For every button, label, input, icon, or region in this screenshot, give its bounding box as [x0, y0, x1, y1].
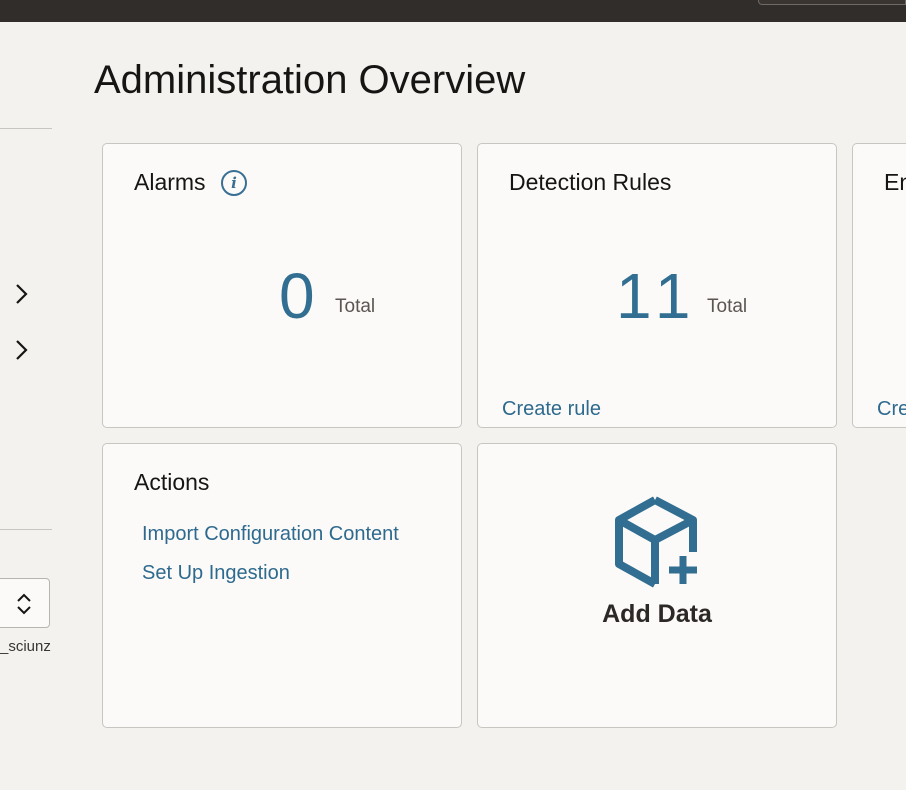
up-down-chevron-icon — [17, 593, 31, 615]
detection-rules-card: Detection Rules 11 Total Create rule — [477, 143, 837, 428]
create-rule-link[interactable]: Create rule — [502, 398, 601, 421]
alarms-card: Alarms i 0 Total — [102, 143, 462, 428]
actions-card-title: Actions — [134, 469, 210, 495]
alarms-total-unit: Total — [335, 296, 376, 317]
partial-card: En Cre — [852, 143, 906, 428]
chevron-right-icon[interactable] — [13, 338, 31, 362]
alarms-total-value: 0 — [279, 260, 315, 332]
top-bar — [0, 0, 906, 22]
compartment-select[interactable] — [0, 578, 50, 628]
chevron-right-icon[interactable] — [13, 282, 31, 306]
add-data-card[interactable]: Add Data — [477, 443, 837, 728]
import-configuration-content-link[interactable]: Import Configuration Content — [142, 523, 399, 546]
sidebar-divider — [0, 529, 52, 530]
page-title: Administration Overview — [94, 58, 526, 102]
partial-card-link[interactable]: Cre — [877, 398, 906, 421]
detection-rules-total-unit: Total — [707, 296, 748, 317]
cube-plus-icon — [615, 496, 697, 588]
add-data-label: Add Data — [602, 600, 712, 628]
set-up-ingestion-link[interactable]: Set Up Ingestion — [142, 562, 290, 585]
detection-rules-card-title: Detection Rules — [509, 169, 672, 195]
actions-card: Actions Import Configuration Content Set… — [102, 443, 462, 728]
top-bar-search-field[interactable] — [758, 0, 906, 5]
sidebar-divider — [0, 128, 52, 129]
sidebar-user-label: _sciunz — [0, 638, 51, 655]
info-icon[interactable]: i — [221, 170, 247, 196]
detection-rules-total-value: 11 — [616, 260, 699, 332]
alarms-card-title: Alarms — [134, 169, 206, 195]
partial-card-title: En — [884, 169, 906, 195]
